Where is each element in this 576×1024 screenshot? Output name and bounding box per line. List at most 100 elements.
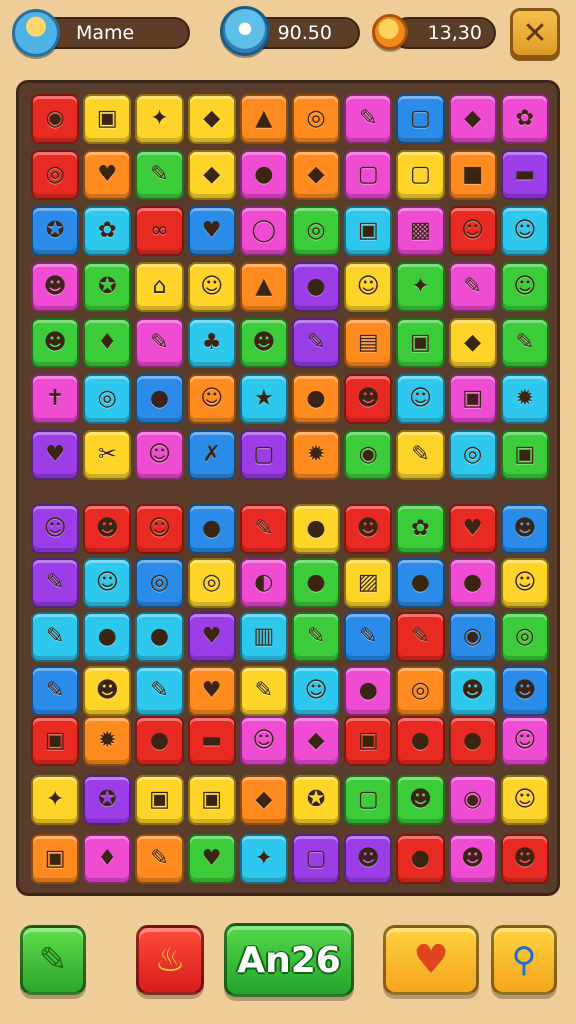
tile[interactable]: ✎ — [239, 666, 288, 716]
tile[interactable]: ◎ — [500, 612, 549, 662]
tile[interactable]: ✎ — [31, 666, 80, 716]
tile[interactable]: ◐ — [239, 558, 288, 608]
tile[interactable]: ♥ — [187, 612, 236, 662]
tile[interactable]: ✎ — [448, 262, 497, 312]
tile[interactable]: ☺ — [500, 716, 549, 766]
tile[interactable]: ♥ — [187, 666, 236, 716]
tile[interactable]: ▢ — [344, 775, 393, 825]
tile[interactable]: ✦ — [135, 94, 184, 144]
tile[interactable]: ✎ — [344, 94, 393, 144]
tile[interactable]: ✎ — [135, 150, 184, 200]
tile[interactable]: ● — [135, 716, 184, 766]
main-action-button[interactable]: An26 — [224, 923, 354, 997]
tile[interactable]: ▥ — [239, 612, 288, 662]
tile[interactable]: ✦ — [31, 775, 80, 825]
tile[interactable]: ● — [448, 716, 497, 766]
tile[interactable]: ◉ — [344, 430, 393, 480]
tile[interactable]: ☺ — [291, 666, 341, 716]
tile[interactable]: ☺ — [135, 430, 184, 480]
tile[interactable]: ● — [187, 504, 236, 554]
tile[interactable]: ♦ — [83, 318, 132, 368]
tile[interactable]: ✎ — [135, 666, 184, 716]
tile[interactable]: ✎ — [500, 318, 549, 368]
tile[interactable]: ✎ — [135, 834, 184, 884]
tile[interactable]: ✝ — [31, 374, 80, 424]
tile[interactable]: ♥ — [31, 430, 80, 480]
tile[interactable]: ☺ — [187, 262, 236, 312]
tile[interactable]: ♥ — [83, 150, 132, 200]
tile[interactable]: ◆ — [291, 716, 341, 766]
search-button[interactable]: ⚲ — [491, 925, 557, 995]
tile[interactable]: ☻ — [396, 775, 445, 825]
tile[interactable]: ✹ — [83, 716, 132, 766]
tile[interactable]: ▢ — [396, 150, 445, 200]
tile[interactable]: ★ — [239, 374, 288, 424]
tile[interactable]: ✎ — [291, 318, 341, 368]
tile[interactable]: ● — [135, 612, 184, 662]
tile[interactable]: ◉ — [448, 775, 497, 825]
tile[interactable]: ☺ — [31, 504, 80, 554]
tile[interactable]: ☺ — [500, 262, 549, 312]
tile[interactable]: ✪ — [83, 775, 132, 825]
player-avatar-icon[interactable] — [12, 9, 60, 57]
tile[interactable]: ☻ — [344, 374, 393, 424]
tile[interactable]: ● — [448, 558, 497, 608]
tile[interactable]: ♥ — [187, 206, 236, 256]
tile[interactable]: ✎ — [31, 558, 80, 608]
tile[interactable]: ▩ — [396, 206, 445, 256]
pencil-tool-button[interactable]: ✎ — [20, 925, 86, 995]
tile[interactable]: ▣ — [344, 716, 393, 766]
tile[interactable]: ♦ — [83, 834, 132, 884]
tile[interactable]: ▣ — [448, 374, 497, 424]
tile[interactable]: ▣ — [83, 94, 132, 144]
tile[interactable]: ☺ — [239, 716, 288, 766]
tile[interactable]: ✎ — [396, 430, 445, 480]
tile[interactable]: ◎ — [396, 666, 445, 716]
tile[interactable]: ♥ — [187, 834, 236, 884]
tile[interactable]: ◆ — [239, 775, 288, 825]
tile[interactable]: ● — [291, 504, 341, 554]
tile[interactable]: ✿ — [83, 206, 132, 256]
tile[interactable]: ☺ — [396, 374, 445, 424]
tile[interactable]: ⌂ — [135, 262, 184, 312]
tile[interactable]: ▤ — [344, 318, 393, 368]
tile[interactable]: ☻ — [31, 318, 80, 368]
tile[interactable]: ☻ — [500, 666, 549, 716]
tile[interactable]: ▣ — [500, 430, 549, 480]
tile[interactable]: ♥ — [448, 504, 497, 554]
tile[interactable]: ▢ — [344, 150, 393, 200]
bucket-tool-button[interactable]: ♨ — [136, 925, 204, 995]
tile[interactable]: ■ — [448, 150, 497, 200]
tile[interactable]: ◎ — [291, 94, 341, 144]
tile[interactable]: ● — [291, 374, 341, 424]
tile[interactable]: ● — [396, 716, 445, 766]
tile[interactable]: ☻ — [344, 834, 393, 884]
tile[interactable]: ✹ — [500, 374, 549, 424]
tile[interactable]: ✪ — [291, 775, 341, 825]
tile[interactable]: ▣ — [31, 716, 80, 766]
tile[interactable]: ● — [291, 558, 341, 608]
tile[interactable]: ☻ — [500, 834, 549, 884]
tile[interactable]: ● — [83, 612, 132, 662]
tile[interactable]: ☺ — [344, 262, 393, 312]
tile[interactable]: ◉ — [448, 612, 497, 662]
tile[interactable]: ● — [396, 558, 445, 608]
tile[interactable]: ▢ — [396, 94, 445, 144]
tile[interactable]: ✹ — [291, 430, 341, 480]
tile[interactable]: ◎ — [291, 206, 341, 256]
tile[interactable]: ◎ — [187, 558, 236, 608]
tile[interactable]: ✎ — [344, 612, 393, 662]
tile[interactable]: ✿ — [396, 504, 445, 554]
coin-icon[interactable] — [372, 14, 408, 50]
tile[interactable]: ◎ — [31, 150, 80, 200]
tile[interactable]: ✪ — [31, 206, 80, 256]
tile[interactable]: ▣ — [31, 834, 80, 884]
tile[interactable]: ◆ — [448, 318, 497, 368]
tile[interactable]: ◎ — [135, 558, 184, 608]
tile[interactable]: ✎ — [291, 612, 341, 662]
tile[interactable]: ◆ — [187, 150, 236, 200]
tile[interactable]: ☻ — [448, 834, 497, 884]
gem-icon[interactable] — [220, 6, 270, 56]
tile[interactable]: ✎ — [239, 504, 288, 554]
tile[interactable]: ● — [396, 834, 445, 884]
